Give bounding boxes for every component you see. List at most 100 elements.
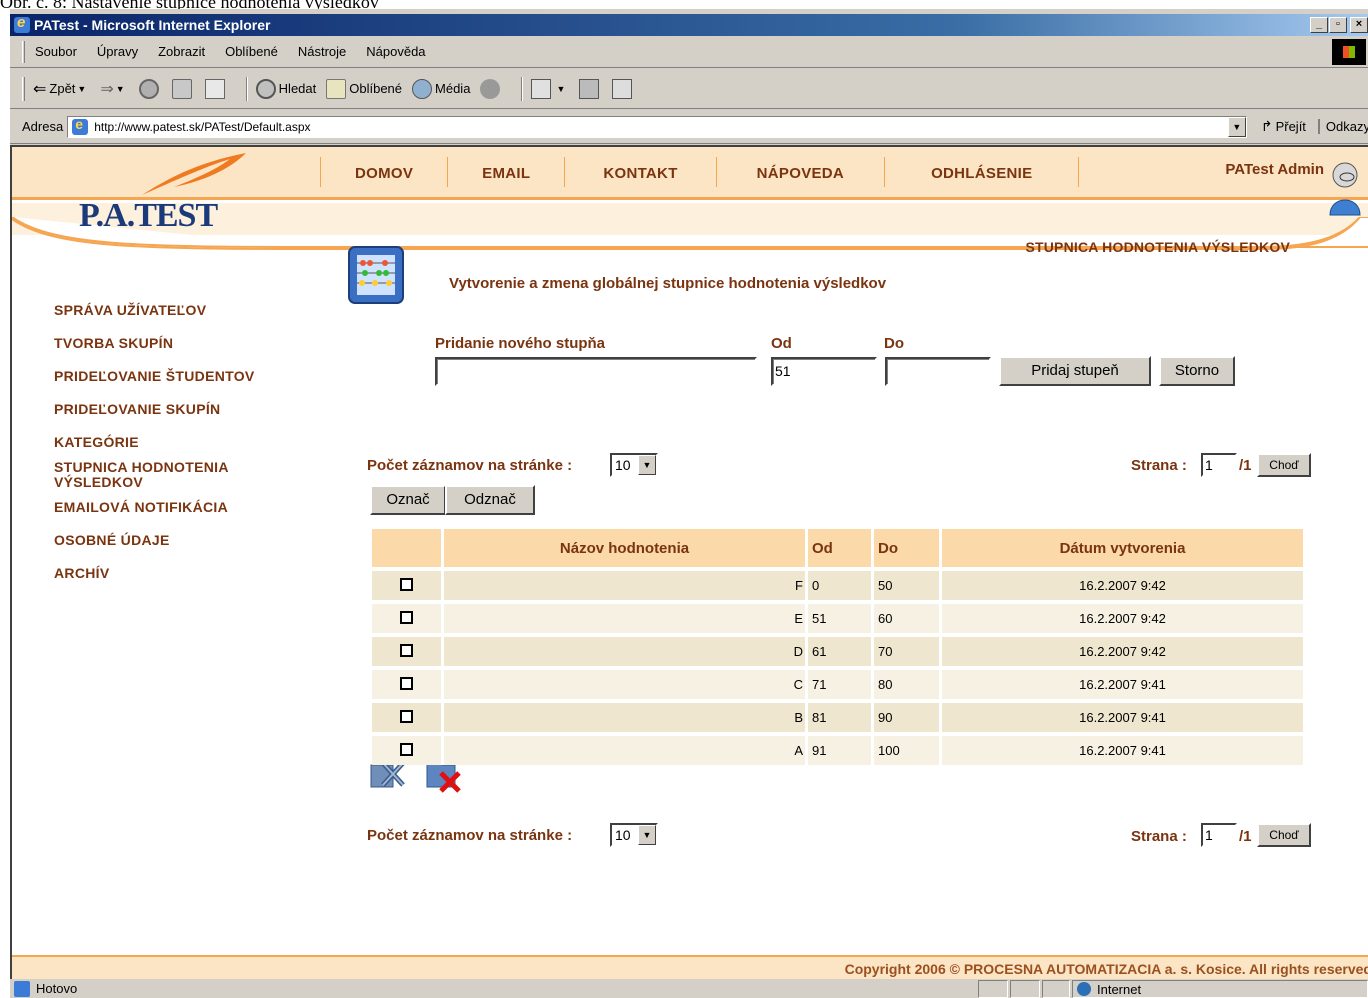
per-page-select-bottom[interactable]: 10 ▼ (610, 823, 658, 847)
chevron-down-icon[interactable]: ▼ (1227, 116, 1246, 137)
feather-logo-icon (142, 153, 246, 195)
go-page-button-bottom[interactable]: Choď (1257, 823, 1311, 847)
table-row: D 61 70 16.2.2007 9:42 (372, 637, 1306, 666)
chevron-down-icon[interactable]: ▼ (77, 84, 86, 94)
refresh-icon (171, 78, 192, 99)
from-input[interactable]: 51 (771, 357, 877, 386)
standard-toolbar: ⇐ Zpět ▼ ⇒ ▼ Hledat Oblíbené Média ▼ (10, 69, 1368, 109)
sidebar-item-grading-scale[interactable]: STUPNICA HODNOTENIA VÝSLEDKOV (54, 460, 254, 490)
grade-from-cell: 51 (808, 604, 874, 633)
menu-file[interactable]: Soubor (35, 44, 77, 59)
unmark-all-button[interactable]: Odznač (445, 485, 535, 515)
chevron-down-icon[interactable]: ▼ (116, 84, 125, 94)
menu-grip (22, 40, 25, 63)
nav-email[interactable]: EMAIL (447, 157, 564, 187)
sidebar-item-email-notification[interactable]: EMAILOVÁ NOTIFIKÁCIA (54, 500, 255, 515)
close-button[interactable]: × (1350, 17, 1368, 33)
security-zone: Internet (1072, 980, 1368, 998)
sidebar-item-group-creation[interactable]: TVORBA SKUPÍN (54, 336, 255, 351)
to-label: Do (884, 335, 904, 352)
status-panel (978, 980, 1008, 998)
sidebar-item-group-assignment[interactable]: PRIDEĽOVANIE SKUPÍN (54, 402, 255, 417)
status-panel (1042, 980, 1070, 998)
go-button[interactable]: ↱ Přejít (1261, 118, 1306, 135)
grade-date-cell: 16.2.2007 9:41 (942, 670, 1306, 699)
grade-to-cell: 70 (874, 637, 942, 666)
page-label: Strana : (1131, 457, 1187, 474)
content-panel: Vytvorenie a zmena globálnej stupnice ho… (321, 235, 1368, 979)
stop-icon (138, 78, 159, 99)
chevron-down-icon[interactable]: ▼ (638, 455, 656, 475)
home-icon (204, 78, 225, 99)
nav-logout[interactable]: ODHLÁSENIE (884, 157, 1080, 187)
to-column-header[interactable]: Do (874, 529, 942, 567)
mail-button[interactable]: ▼ (531, 78, 569, 99)
chevron-down-icon[interactable]: ▼ (638, 825, 656, 845)
row-checkbox[interactable] (400, 577, 413, 591)
sidebar-item-student-assignment[interactable]: PRIDEĽOVANIE ŠTUDENTOV (54, 369, 255, 384)
history-button[interactable] (480, 78, 503, 99)
cancel-button[interactable]: Storno (1159, 356, 1235, 386)
sidebar-item-personal-data[interactable]: OSOBNÉ ÚDAJE (54, 533, 255, 548)
stop-button[interactable] (138, 78, 162, 99)
back-label: Zpět (49, 81, 76, 96)
date-column-header[interactable]: Dátum vytvorenia (942, 529, 1306, 567)
forward-button[interactable]: ⇒ ▼ (100, 79, 128, 99)
search-icon (255, 78, 276, 99)
sidebar-item-user-management[interactable]: SPRÁVA UŽÍVATEĽOV (54, 303, 255, 318)
row-select-cell (372, 703, 444, 732)
links-button[interactable]: Odkazy (1317, 119, 1368, 134)
grade-from-cell: 91 (808, 736, 874, 765)
nav-home[interactable]: DOMOV (320, 157, 447, 187)
name-column-header[interactable]: Názov hodnotenia (444, 529, 808, 567)
row-select-cell (372, 736, 444, 765)
minimize-button[interactable]: _ (1310, 17, 1328, 33)
print-button[interactable] (579, 78, 602, 99)
page-label-bottom: Strana : (1131, 828, 1187, 845)
grade-name-input[interactable] (435, 357, 757, 386)
row-checkbox[interactable] (400, 742, 413, 756)
chevron-down-icon[interactable]: ▼ (556, 84, 565, 94)
favorites-button[interactable]: Oblíbené (326, 78, 402, 99)
per-page-value: 10 (615, 457, 631, 473)
menu-view[interactable]: Zobrazit (158, 44, 205, 59)
window-title: PATest - Microsoft Internet Explorer (34, 17, 271, 33)
nav-help[interactable]: NÁPOVEDA (715, 157, 884, 187)
add-grade-button[interactable]: Pridaj stupeň (999, 356, 1151, 386)
grade-name-cell: C (444, 670, 808, 699)
refresh-button[interactable] (171, 78, 195, 99)
page-number-input[interactable]: 1 (1201, 453, 1237, 477)
menu-edit[interactable]: Úpravy (97, 44, 138, 59)
row-checkbox[interactable] (400, 610, 413, 624)
sidebar-item-archive[interactable]: ARCHÍV (54, 566, 255, 581)
home-button[interactable] (204, 78, 228, 99)
row-checkbox[interactable] (400, 709, 413, 723)
row-checkbox[interactable] (400, 643, 413, 657)
page-total-bottom: /1 (1239, 828, 1252, 845)
table-row: B 81 90 16.2.2007 9:41 (372, 703, 1306, 732)
grading-scale-table: Názov hodnotenia Od Do Dátum vytvorenia … (372, 525, 1306, 769)
mark-all-button[interactable]: Označ (370, 485, 446, 515)
abacus-icon (348, 246, 404, 304)
menu-help[interactable]: Nápověda (366, 44, 425, 59)
search-button[interactable]: Hledat (255, 78, 316, 99)
globe-icon (1077, 982, 1091, 996)
media-button[interactable]: Média (412, 78, 470, 99)
maximize-button[interactable]: ▫ (1329, 17, 1347, 33)
nav-contact[interactable]: KONTAKT (564, 157, 715, 187)
edit-button[interactable] (612, 78, 635, 99)
row-checkbox[interactable] (400, 676, 413, 690)
user-name: PATest Admin (1225, 161, 1324, 178)
per-page-select[interactable]: 10 ▼ (610, 453, 658, 477)
back-button[interactable]: ⇐ Zpět ▼ (33, 79, 90, 99)
address-bar: Adresa http://www.patest.sk/PATest/Defau… (10, 110, 1368, 144)
to-input[interactable] (885, 357, 991, 386)
page-number-input-bottom[interactable]: 1 (1201, 823, 1237, 847)
from-column-header[interactable]: Od (808, 529, 874, 567)
row-select-cell (372, 670, 444, 699)
address-input[interactable]: http://www.patest.sk/PATest/Default.aspx… (67, 115, 1247, 138)
menu-tools[interactable]: Nástroje (298, 44, 346, 59)
menu-favorites[interactable]: Oblíbené (225, 44, 278, 59)
sidebar-item-categories[interactable]: KATEGÓRIE (54, 435, 255, 450)
go-page-button[interactable]: Choď (1257, 453, 1311, 477)
